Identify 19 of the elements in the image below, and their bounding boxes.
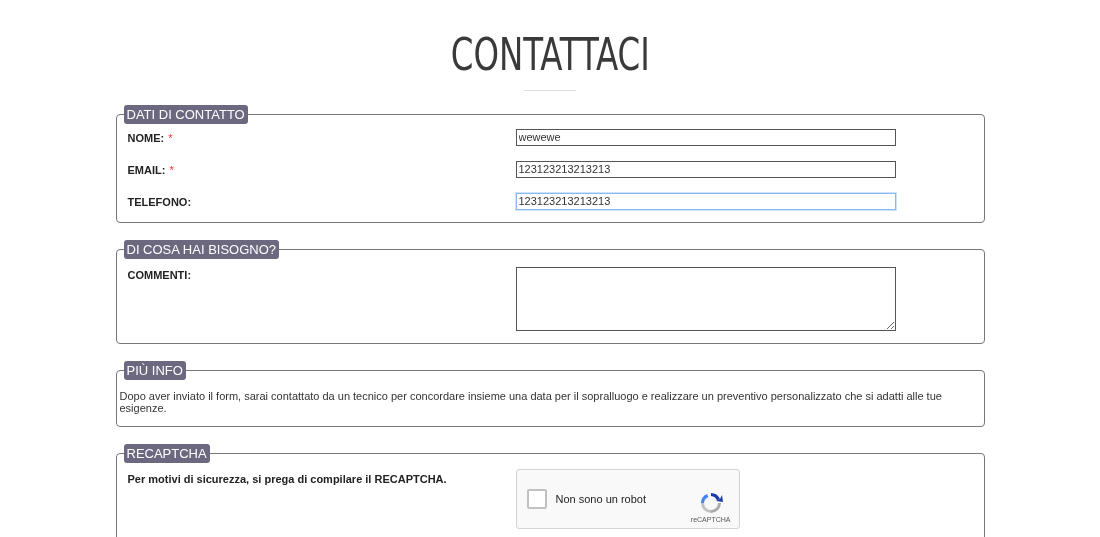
field-label: TELEFONO: — [127, 196, 192, 208]
section-legend: DATI DI CONTATTO — [123, 105, 248, 124]
input-field[interactable]: 123123213213213 — [515, 160, 896, 178]
input-field[interactable]: 123123213213213 — [515, 192, 896, 210]
info-text: Dopo aver inviato il form, sarai contattato da un tecnico per concordare insieme una data per il sopralluogo e realizzare un preventivo personalizzato che si adatti alle tue esigenze. — [119, 390, 943, 414]
section-legend: RECAPTCHA — [123, 444, 210, 463]
required-mark: * — [168, 132, 173, 144]
required-mark: * — [169, 164, 174, 176]
section-legend: PIÙ INFO — [123, 361, 186, 380]
captcha-note: Per motivi di sicurezza, si prega di compilare il RECAPTCHA. — [127, 473, 448, 485]
field-label: EMAIL: — [127, 164, 166, 176]
captcha-label: Non sono un robot — [555, 493, 647, 505]
field-label: COMMENTI: — [127, 269, 193, 281]
field-label: NOME: — [127, 132, 165, 144]
captcha-checkbox[interactable] — [526, 489, 547, 509]
page-title: CONTATTACI — [450, 28, 650, 82]
section-legend: DI COSA HAI BISOGNO? — [123, 240, 280, 259]
input-field[interactable]: wewewe — [515, 128, 896, 146]
comment-field[interactable] — [515, 267, 896, 331]
